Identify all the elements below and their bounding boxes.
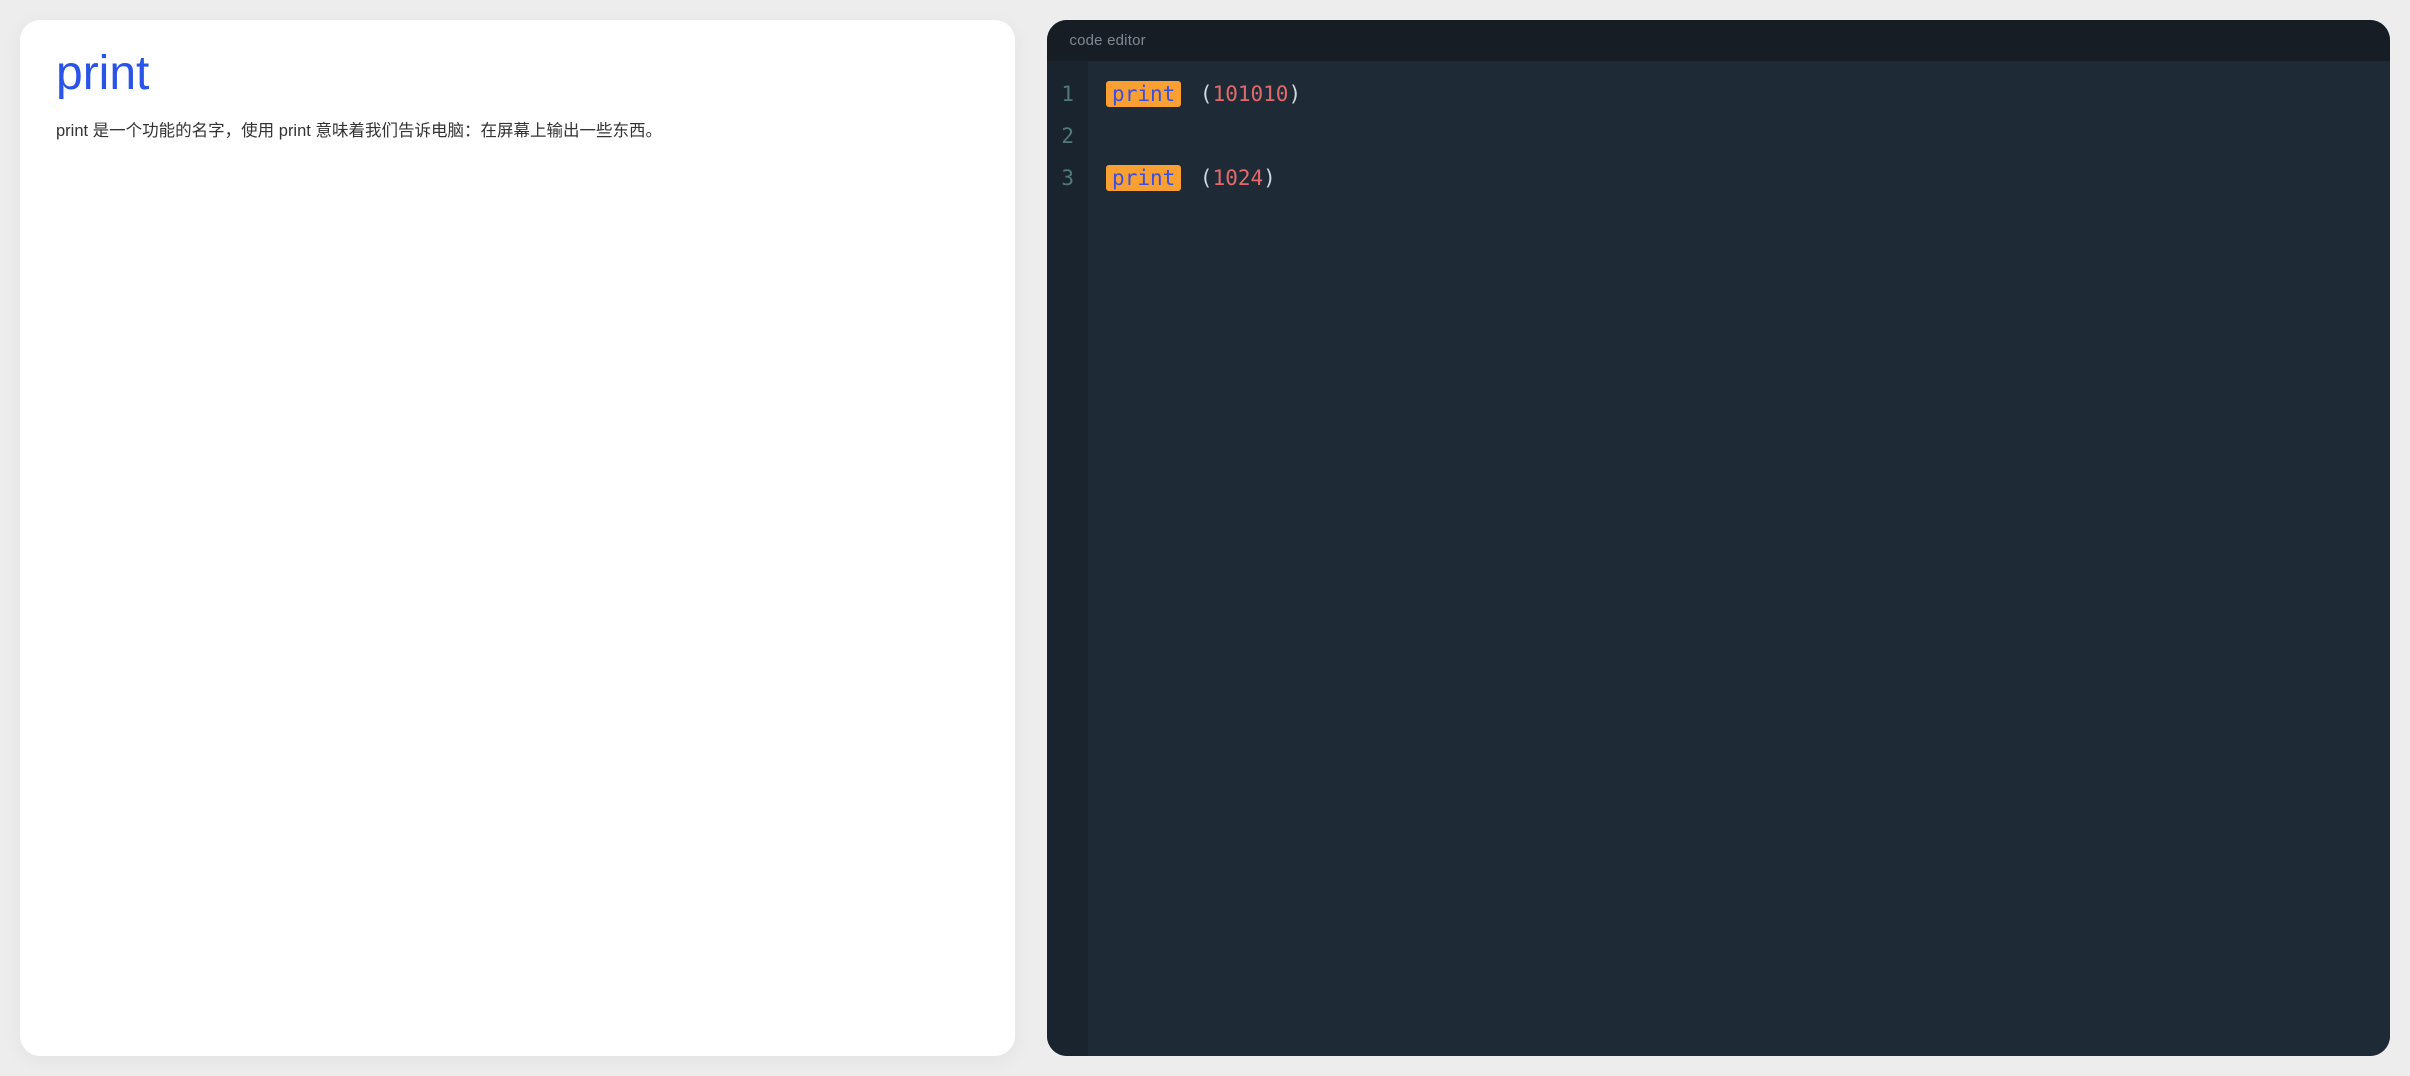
code-line[interactable] xyxy=(1106,115,2372,157)
editor-gutter: 1 2 3 xyxy=(1047,61,1088,1056)
line-number: 1 xyxy=(1061,73,1074,115)
line-number: 3 xyxy=(1061,157,1074,199)
token-paren-close: ) xyxy=(1263,166,1276,190)
token-paren-open: ( xyxy=(1194,166,1213,190)
doc-description: print 是一个功能的名字，使用 print 意味着我们告诉电脑：在屏幕上输出… xyxy=(56,115,979,147)
editor-code-area[interactable]: print (101010) print (1024) xyxy=(1088,61,2390,1056)
editor-body: 1 2 3 print (101010) print (1024) xyxy=(1047,61,2390,1056)
token-function: print xyxy=(1106,81,1181,107)
app-layout: print print 是一个功能的名字，使用 print 意味着我们告诉电脑：… xyxy=(20,20,2390,1056)
editor-title: code editor xyxy=(1047,20,2390,61)
code-line[interactable]: print (1024) xyxy=(1106,157,2372,199)
token-paren-close: ) xyxy=(1288,82,1301,106)
line-number: 2 xyxy=(1061,115,1074,157)
token-paren-open: ( xyxy=(1194,82,1213,106)
code-editor-panel: code editor 1 2 3 print (101010) print (… xyxy=(1047,20,2390,1056)
token-number: 101010 xyxy=(1213,82,1289,106)
token-number: 1024 xyxy=(1213,166,1264,190)
doc-title: print xyxy=(56,48,979,101)
token-function: print xyxy=(1106,165,1181,191)
code-line[interactable]: print (101010) xyxy=(1106,73,2372,115)
documentation-panel: print print 是一个功能的名字，使用 print 意味着我们告诉电脑：… xyxy=(20,20,1015,1056)
